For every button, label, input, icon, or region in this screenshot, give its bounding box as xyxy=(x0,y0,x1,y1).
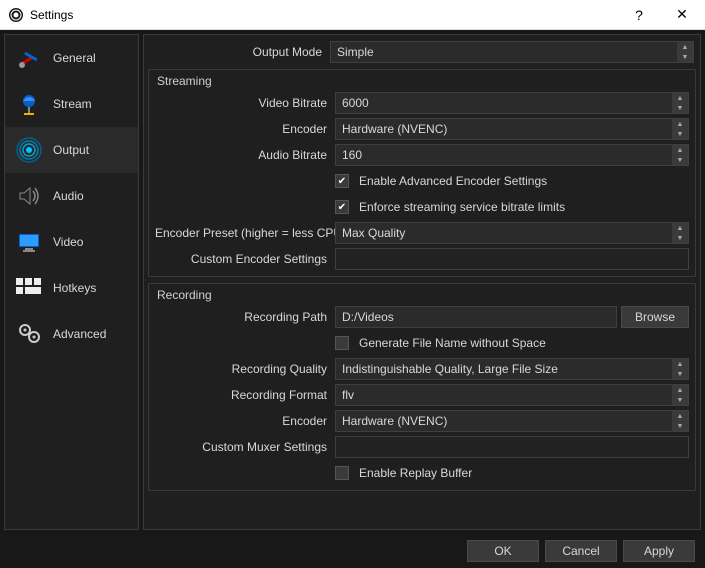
audio-bitrate-value: 160 xyxy=(342,148,362,162)
spinner-icon: ▲▼ xyxy=(672,93,688,113)
enforce-limits-checkbox[interactable] xyxy=(335,200,349,214)
recording-format-value: flv xyxy=(342,388,354,402)
hotkeys-icon xyxy=(15,274,43,302)
video-icon xyxy=(15,228,43,256)
encoder-preset-value: Max Quality xyxy=(342,226,405,240)
sidebar-item-label: General xyxy=(53,51,96,65)
chevron-updown-icon: ▲▼ xyxy=(672,411,688,431)
replay-buffer-checkbox[interactable] xyxy=(335,466,349,480)
content-panel: Output Mode Simple ▲▼ Streaming Video Bi… xyxy=(143,34,701,530)
general-icon xyxy=(15,44,43,72)
sidebar-item-label: Hotkeys xyxy=(53,281,96,295)
streaming-encoder-select[interactable]: Hardware (NVENC) ▲▼ xyxy=(335,118,689,140)
sidebar-item-label: Output xyxy=(53,143,89,157)
close-button[interactable]: ✕ xyxy=(659,0,705,30)
output-mode-row: Output Mode Simple ▲▼ xyxy=(144,35,700,67)
enable-advanced-checkbox[interactable] xyxy=(335,174,349,188)
recording-quality-label: Recording Quality xyxy=(155,362,335,376)
recording-format-label: Recording Format xyxy=(155,388,335,402)
titlebar: Settings ? ✕ xyxy=(0,0,705,30)
sidebar-item-general[interactable]: General xyxy=(5,35,138,81)
output-mode-select[interactable]: Simple ▲▼ xyxy=(330,41,694,63)
video-bitrate-label: Video Bitrate xyxy=(155,96,335,110)
chevron-updown-icon: ▲▼ xyxy=(672,385,688,405)
recording-path-input[interactable]: D:/Videos xyxy=(335,306,617,328)
audio-bitrate-label: Audio Bitrate xyxy=(155,148,335,162)
window-title: Settings xyxy=(30,8,619,22)
output-icon xyxy=(15,136,43,164)
video-bitrate-value: 6000 xyxy=(342,96,369,110)
muxer-input[interactable] xyxy=(335,436,689,458)
sidebar-item-label: Audio xyxy=(53,189,84,203)
enable-advanced-label: Enable Advanced Encoder Settings xyxy=(359,174,547,188)
sidebar-item-output[interactable]: Output xyxy=(5,127,138,173)
chevron-updown-icon: ▲▼ xyxy=(672,359,688,379)
recording-path-label: Recording Path xyxy=(155,310,335,324)
help-button[interactable]: ? xyxy=(619,0,659,30)
custom-encoder-input[interactable] xyxy=(335,248,689,270)
main-area: General Stream Output xyxy=(0,30,705,534)
chevron-updown-icon: ▲▼ xyxy=(677,42,693,62)
recording-format-select[interactable]: flv ▲▼ xyxy=(335,384,689,406)
recording-encoder-value: Hardware (NVENC) xyxy=(342,414,447,428)
footer: OK Cancel Apply xyxy=(0,534,705,568)
recording-encoder-select[interactable]: Hardware (NVENC) ▲▼ xyxy=(335,410,689,432)
settings-window: Settings ? ✕ General Stream xyxy=(0,0,705,568)
streaming-group: Streaming Video Bitrate 6000 ▲▼ Encoder xyxy=(148,69,696,277)
sidebar-item-advanced[interactable]: Advanced xyxy=(5,311,138,357)
recording-title: Recording xyxy=(149,284,695,304)
sidebar-item-video[interactable]: Video xyxy=(5,219,138,265)
stream-icon xyxy=(15,90,43,118)
output-mode-value: Simple xyxy=(337,45,374,59)
generate-filename-label: Generate File Name without Space xyxy=(359,336,546,350)
client-area: General Stream Output xyxy=(0,30,705,568)
advanced-icon xyxy=(15,320,43,348)
recording-quality-select[interactable]: Indistinguishable Quality, Large File Si… xyxy=(335,358,689,380)
streaming-title: Streaming xyxy=(149,70,695,90)
browse-button[interactable]: Browse xyxy=(621,306,689,328)
recording-quality-value: Indistinguishable Quality, Large File Si… xyxy=(342,362,558,376)
sidebar-item-label: Stream xyxy=(53,97,92,111)
muxer-label: Custom Muxer Settings xyxy=(155,440,335,454)
video-bitrate-input[interactable]: 6000 ▲▼ xyxy=(335,92,689,114)
chevron-updown-icon: ▲▼ xyxy=(672,145,688,165)
ok-button[interactable]: OK xyxy=(467,540,539,562)
recording-encoder-label: Encoder xyxy=(155,414,335,428)
streaming-encoder-value: Hardware (NVENC) xyxy=(342,122,447,136)
sidebar-item-label: Video xyxy=(53,235,83,249)
recording-group: Recording Recording Path D:/Videos Brows… xyxy=(148,283,696,491)
chevron-updown-icon: ▲▼ xyxy=(672,223,688,243)
recording-path-value: D:/Videos xyxy=(342,310,394,324)
audio-icon xyxy=(15,182,43,210)
sidebar-item-audio[interactable]: Audio xyxy=(5,173,138,219)
cancel-button[interactable]: Cancel xyxy=(545,540,617,562)
sidebar-item-hotkeys[interactable]: Hotkeys xyxy=(5,265,138,311)
chevron-updown-icon: ▲▼ xyxy=(672,119,688,139)
sidebar-item-label: Advanced xyxy=(53,327,106,341)
encoder-preset-select[interactable]: Max Quality ▲▼ xyxy=(335,222,689,244)
sidebar-item-stream[interactable]: Stream xyxy=(5,81,138,127)
streaming-encoder-label: Encoder xyxy=(155,122,335,136)
audio-bitrate-select[interactable]: 160 ▲▼ xyxy=(335,144,689,166)
encoder-preset-label: Encoder Preset (higher = less CPU) xyxy=(155,226,335,240)
custom-encoder-label: Custom Encoder Settings xyxy=(155,252,335,266)
app-icon xyxy=(8,7,24,23)
sidebar: General Stream Output xyxy=(4,34,139,530)
replay-buffer-label: Enable Replay Buffer xyxy=(359,466,472,480)
generate-filename-checkbox[interactable] xyxy=(335,336,349,350)
enforce-limits-label: Enforce streaming service bitrate limits xyxy=(359,200,565,214)
apply-button[interactable]: Apply xyxy=(623,540,695,562)
output-mode-label: Output Mode xyxy=(150,45,330,59)
